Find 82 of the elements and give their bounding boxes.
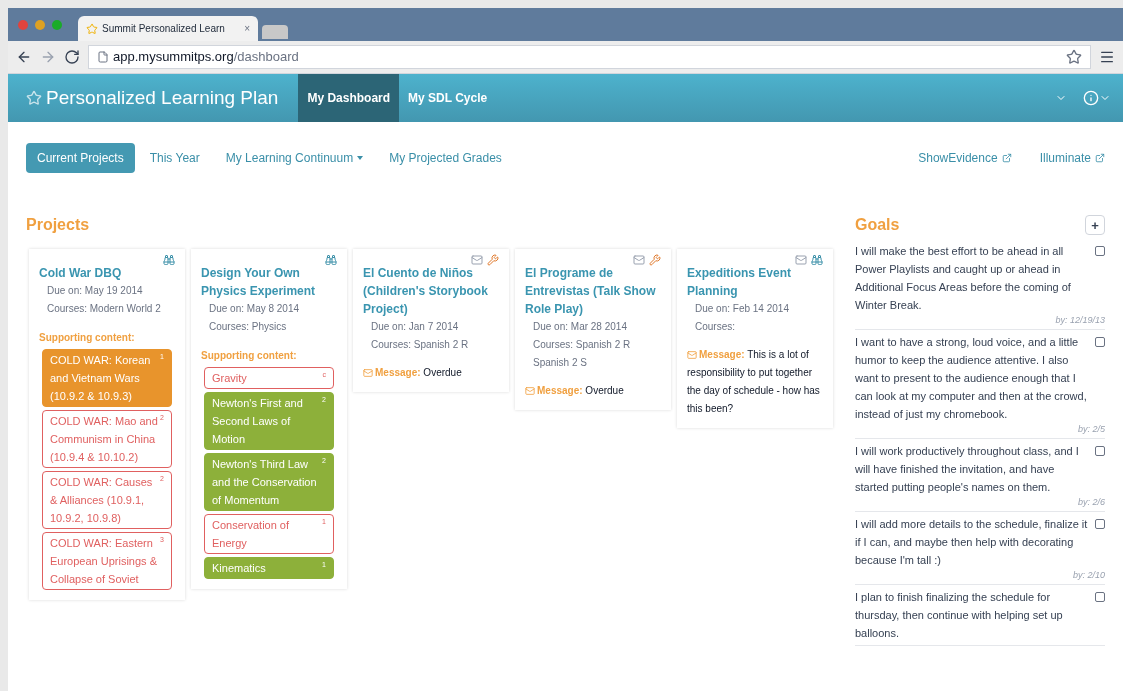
message-text: Message: Overdue [525,382,661,400]
due-date: Due on: Jan 7 2014 [370,320,460,334]
tag-label: COLD WAR: Mao and Communism in China (10.9.4 & 10.10.2) [50,414,159,465]
back-icon[interactable] [16,49,32,65]
info-icon [1083,90,1099,106]
project-title[interactable]: Design Your Own Physics Experiment [201,264,337,300]
project-title[interactable]: El Cuento de Niños (Children's Storybook Project) [363,264,499,318]
external-link[interactable]: ShowEvidence [918,149,1012,167]
url-text: app.mysummitps.org/dashboard [113,48,300,67]
envelope-icon [687,350,697,361]
external-link[interactable]: Illuminate [1039,149,1105,167]
goal-checkbox[interactable] [1095,519,1105,529]
external-link-icon [1001,153,1012,163]
nav-tab[interactable]: My Dashboard [298,74,400,122]
tag-label: Newton's Third Law and the Conservation of Momentum [212,457,318,508]
envelope-icon [633,254,645,266]
goal-due: by: 2/10 [1071,569,1105,581]
subnav-pill[interactable]: Current Projects [26,143,135,173]
tag-label: COLD WAR: Eastern European Uprisings & Collapse of Soviet [50,536,158,587]
info-menu[interactable] [1083,90,1111,106]
goal-text: I will work productively throughout class, and I will have finished the invitation, and have started putting people's names on them. [855,444,1080,495]
bookmark-icon[interactable] [1066,49,1082,65]
tag-label: Kinematics [212,561,267,576]
reload-icon[interactable] [64,49,80,65]
binoculars-icon [163,254,175,266]
binoculars-icon [811,254,823,266]
subnav-pill[interactable]: This Year [138,143,211,173]
due-date: Due on: May 8 2014 [208,302,301,316]
tab-close[interactable]: × [244,21,250,36]
goal-checkbox[interactable] [1095,592,1105,602]
goal-checkbox[interactable] [1095,246,1105,256]
goal-checkbox[interactable] [1095,446,1105,456]
courses-text: Courses: Spanish 2 R Spanish 2 S [532,338,632,370]
menu-icon[interactable] [1099,49,1115,65]
courses-text: Courses: Physics [208,320,288,334]
message-text: Message: Overdue [363,364,499,382]
due-date: Due on: May 19 2014 [46,284,144,298]
message-text: Message: This is a lot of responsibility to put together the day of schedule - how has this been? [687,348,821,416]
courses-text: Courses: Spanish 2 R [370,338,470,352]
project-title[interactable]: Expeditions Event Planning [687,264,823,300]
goal-text: I will add more details to the schedule, finalize it if I can, and maybe then help with decorating because I'm tall :) [855,517,1089,568]
tag-label: Newton's First and Second Laws of Motion [212,396,304,447]
binoculars-icon [325,254,337,266]
tag-label: COLD WAR: Causes & Alliances (10.9.1, 10.9.2, 10.9.8) [50,475,154,526]
star-icon [86,22,98,35]
tag-label: Conservation of Energy [212,518,291,551]
page-icon [97,51,109,63]
brand-title[interactable]: Personalized Learning Plan [46,83,279,113]
envelope-icon [795,254,807,266]
tag-label: COLD WAR: Korean and Vietnam Wars (10.9.2 & 10.9.3) [50,353,152,404]
external-link-icon [1095,153,1105,163]
supporting-heading: Supporting content: [201,349,298,363]
section-heading: Goals [855,215,900,235]
nav-tab[interactable]: My SDL Cycle [399,74,497,122]
tab-title: Summit Personalized Learn [102,22,226,36]
wrench-icon [487,254,499,266]
goal-due: by: 2/5 [1076,423,1105,435]
envelope-icon [471,254,483,266]
goal-text: I will make the best effort to be ahead in all Power Playlists and caught up or ahead in Additional Focus Areas before the coming of Winter Break. [855,244,1072,313]
wrench-icon [649,254,661,266]
project-title[interactable]: Cold War DBQ [39,264,175,282]
envelope-icon [525,386,535,397]
address-bar[interactable]: app.mysummitps.org/dashboard [88,45,1091,69]
goal-text: I want to have a strong, loud voice, and a little humor to keep the audience attentive. I also want to present to the audience enough that I can look at my computer and then at the crowd, instead of just my chromebook. [855,335,1088,422]
due-date: Due on: Mar 28 2014 [532,320,628,334]
browser-tab[interactable]: Summit Personalized Learn × [78,16,258,41]
goal-due: by: 2/6 [1076,496,1105,508]
project-title[interactable]: El Programe de Entrevistas (Talk Show Role Play) [525,264,661,318]
courses-text: Courses: [694,320,736,334]
courses-text: Courses: Modern World 2 [46,302,162,316]
subnav-pill[interactable]: My Learning Continuum [214,143,375,173]
tag-label: Gravity [212,371,248,386]
goal-due: by: 12/19/13 [1054,314,1105,326]
goal-checkbox[interactable] [1095,337,1105,347]
section-heading: Projects [26,215,91,235]
subnav-pill[interactable]: My Projected Grades [378,143,513,173]
goal-text: I plan to finish finalizing the schedule for thursday, then continue with helping set up balloons. [855,590,1064,641]
envelope-icon [363,368,373,379]
add-goal-button[interactable]: + [1085,215,1105,235]
due-date: Due on: Feb 14 2014 [694,302,790,316]
supporting-heading: Supporting content: [39,331,136,345]
star-icon [26,90,42,106]
